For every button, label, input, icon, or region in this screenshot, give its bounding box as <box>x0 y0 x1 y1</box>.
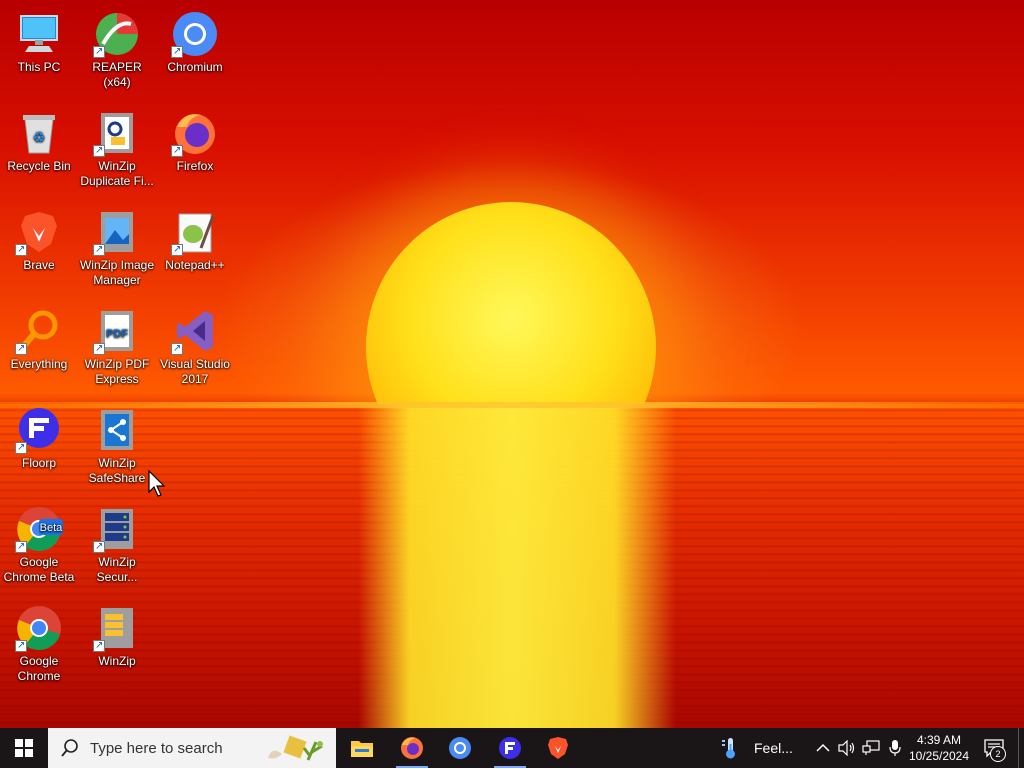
desktop-icon-recycle-bin[interactable]: ♻ Recycle Bin <box>0 101 78 174</box>
weather-label: Feel... <box>754 740 793 756</box>
recycle-bin-icon: ♻ <box>15 109 63 157</box>
taskbar-search-box[interactable]: Type here to search <box>48 728 336 768</box>
clock-date: 10/25/2024 <box>908 749 970 763</box>
winzip-image-icon <box>93 208 141 257</box>
search-highlight-icon <box>264 732 330 764</box>
taskbar-file-explorer[interactable] <box>342 728 382 768</box>
winzip-safeshare-icon <box>93 406 141 454</box>
floorp-icon <box>499 737 521 759</box>
winzip-duplicate-icon <box>93 109 141 158</box>
taskbar-brave[interactable] <box>538 728 578 768</box>
winzip-icon <box>93 604 141 653</box>
desktop-icon-chrome[interactable]: Google Chrome <box>0 596 78 684</box>
start-button[interactable] <box>0 728 48 768</box>
chromium-icon <box>171 10 219 59</box>
floorp-icon <box>15 406 63 455</box>
desktop-icon-firefox[interactable]: Firefox <box>156 101 234 174</box>
chrome-beta-icon: Beta <box>15 505 63 554</box>
windows-logo-icon <box>15 739 33 757</box>
chrome-icon <box>15 604 63 653</box>
taskbar-chromium[interactable] <box>440 728 480 768</box>
microphone-button[interactable] <box>884 728 906 768</box>
firefox-icon <box>401 737 423 759</box>
svg-text:Beta: Beta <box>40 522 63 534</box>
action-center-button[interactable]: 2 <box>976 728 1012 768</box>
network-button[interactable] <box>860 728 882 768</box>
svg-text:♻: ♻ <box>33 129 46 145</box>
desktop-icon-visual-studio[interactable]: Visual Studio 2017 <box>156 299 234 387</box>
desktop-icon-reaper[interactable]: REAPER (x64) <box>78 2 156 90</box>
desktop-icon-winzip-pdf[interactable]: PDF WinZip PDF Express <box>78 299 156 387</box>
show-hidden-icons-button[interactable] <box>812 728 834 768</box>
winzip-pdf-icon: PDF <box>93 307 141 356</box>
svg-text:PDF: PDF <box>106 328 128 340</box>
chromium-icon <box>449 737 471 759</box>
desktop-icon-this-pc[interactable]: This PC <box>0 2 78 75</box>
search-icon <box>61 739 78 757</box>
volume-button[interactable] <box>836 728 858 768</box>
microphone-icon <box>889 740 901 756</box>
network-icon <box>862 740 880 755</box>
desktop-icon-floorp[interactable]: Floorp <box>0 398 78 471</box>
show-desktop-button[interactable] <box>1018 728 1024 768</box>
this-pc-icon <box>15 10 63 58</box>
thermometer-icon <box>722 738 735 759</box>
speaker-icon <box>838 740 855 756</box>
desktop-icon-notepadpp[interactable]: Notepad++ <box>156 200 234 273</box>
notification-count-badge: 2 <box>990 746 1006 762</box>
firefox-icon <box>171 109 219 158</box>
desktop-icon-chrome-beta[interactable]: Beta Google Chrome Beta <box>0 497 78 585</box>
mouse-cursor <box>148 469 168 503</box>
clock[interactable]: 4:39 AM 10/25/2024 <box>906 728 972 768</box>
brave-icon <box>15 208 63 257</box>
notepadpp-icon <box>171 208 219 257</box>
desktop-icon-winzip-duplicate[interactable]: WinZip Duplicate Fi... <box>78 101 156 189</box>
taskbar-weather-widget[interactable]: Feel... <box>720 728 800 768</box>
everything-icon <box>15 307 63 356</box>
desktop-icon-winzip-image[interactable]: WinZip Image Manager <box>78 200 156 288</box>
file-explorer-icon <box>351 741 373 757</box>
desktop-icon-chromium[interactable]: Chromium <box>156 2 234 75</box>
taskbar: Type here to search Feel... 4:39 AM 10/2… <box>0 728 1024 768</box>
clock-time: 4:39 AM <box>916 733 962 747</box>
reaper-icon <box>93 10 141 59</box>
desktop-icon-brave[interactable]: Brave <box>0 200 78 273</box>
brave-icon <box>548 737 568 759</box>
desktop-icon-winzip-secure[interactable]: WinZip Secur... <box>78 497 156 585</box>
desktop-icon-everything[interactable]: Everything <box>0 299 78 372</box>
taskbar-floorp[interactable] <box>490 728 530 768</box>
search-placeholder: Type here to search <box>90 739 223 757</box>
taskbar-firefox[interactable] <box>392 728 432 768</box>
visual-studio-icon <box>171 307 219 356</box>
desktop-icon-winzip[interactable]: WinZip <box>78 596 156 669</box>
chevron-up-icon <box>816 743 830 752</box>
desktop-icon-winzip-safeshare[interactable]: WinZip SafeShare <box>78 398 156 486</box>
winzip-secure-icon <box>93 505 141 554</box>
